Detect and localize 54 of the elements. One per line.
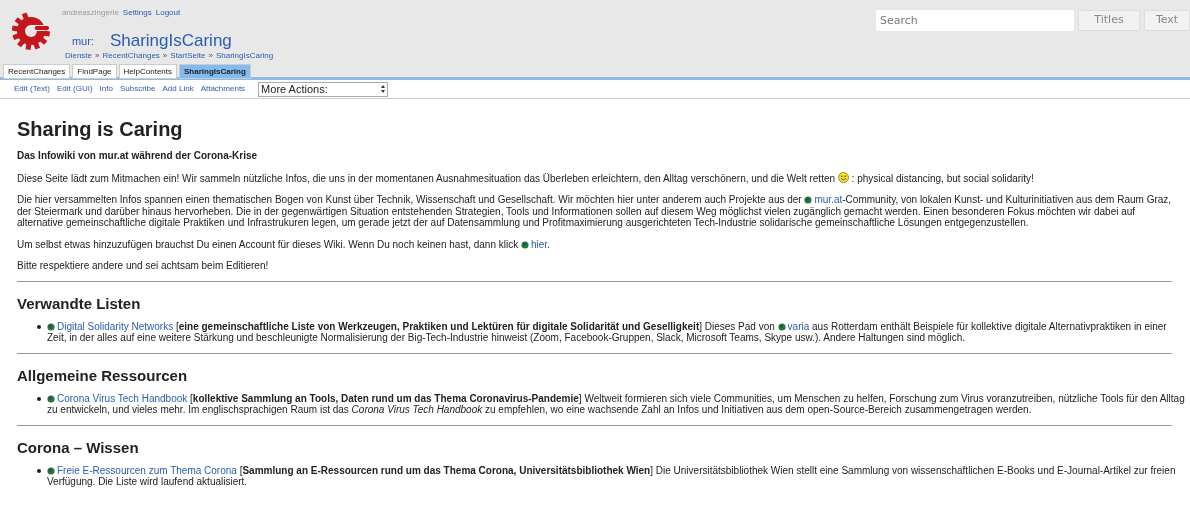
breadcrumb-link[interactable]: Dienste [64,51,93,61]
globe-icon [521,240,529,249]
section-heading: Verwandte Listen [17,294,142,313]
breadcrumb-link[interactable]: RecentChanges [102,51,160,61]
user-link[interactable]: Logout [155,8,181,18]
list-item: Freie E-Ressourcen zum Thema Corona [Sammlung an E-Ressourcen rund um das Thema Corona, Universitätsbibliothek Wien] Die Universitätsbibliothek Wien stellt eine Sammlung von wissenschaftlichen E-Books und E-Journal-Artikel zur freien Verfügung. Die Liste wird laufend aktualisiert. [47,464,1177,488]
username-text: andreaszingerle [61,8,119,18]
paragraph: Das Infowiki von mur.at während der Corona-Krise [17,150,259,162]
bullet-icon [37,468,41,473]
breadcrumb-separator: » [208,51,213,61]
globe-icon [47,466,55,475]
globe-icon [804,196,813,204]
bullet-icon [37,396,41,401]
text-link[interactable]: mur.at [814,194,843,205]
action-link[interactable]: Info [99,83,113,95]
globe-icon [47,322,55,331]
dropdown-arrow-icon [381,85,386,93]
paragraph: Um selbst etwas hinzuzufügen brauchst Du einen Account für dieses Wiki. Wenn Du noch keinen hast, dann klick hier. [17,238,551,250]
user-link[interactable]: Settings [122,8,152,18]
breadcrumb-link[interactable]: SharingIsCaring [215,51,274,61]
text-link[interactable]: Digital Solidarity Networks [57,320,174,332]
text-link[interactable]: Corona Virus Tech Handbook [57,392,188,404]
text-link[interactable]: hier [531,238,548,250]
paragraph: Bitte respektiere andere und sei achtsam beim Editieren! [17,260,270,272]
page-title[interactable]: SharingIsCaring [109,32,232,50]
nav-tab[interactable]: RecentChanges [2,64,71,79]
globe-icon [47,394,55,403]
action-link[interactable]: Edit (GUI) [57,83,93,95]
list-item: Corona Virus Tech Handbook [kollektive Sammlung an Tools, Daten rund um das Thema Coronavirus-Pandemie] Weltweit formieren sich viele Communities, um Menschen zu helfen, Forschung zum Virus voranzutreiben, nützliche Tools für den Alltag zu entwickeln, und vieles mehr. Im englischsprachigen Raum ist das Corona Virus Tech Handbook zu empfehlen, wo eine wachsende Zahl an Infos und Initiativen aus dem open-Source-Bereich zusammengetragen werden. [47,392,1186,416]
action-link[interactable]: Attachments [200,83,246,95]
globe-icon [777,322,786,331]
text-link[interactable]: Freie E-Ressourcen zum Thema Corona [57,464,237,476]
page-heading: Sharing is Caring [17,117,184,141]
smiley-icon [837,171,849,183]
search-field[interactable]: Search [876,10,1074,31]
paragraph: Diese Seite lädt zum Mitmachen ein! Wir sammeln nützliche Infos, die uns in der momentanen Ausnahmesituation das Überleben erleichtern, den Alltag verschönern, und die Welt retten : physical distancing, but social solidarity! [17,171,1035,184]
namespace-link[interactable]: mur: [71,32,94,50]
nav-tab[interactable]: SharingIsCaring [179,64,251,79]
breadcrumb-separator: » [95,51,100,61]
list-item: Digital Solidarity Networks [eine gemeinschaftliche Liste von Werkzeugen, Praktiken und Lektüren für digitale Solidarität und Geselligkeit] Dieses Pad von varia aus Rotterdam enthält Beispiele für kollektive digitale Alternativpraktiken in einer Zeit, in der alles auf eine weitere Stärkung und beschleunigte Normalisierung der Big-Tech-Industrie hinweist (Zoom, Facebook-Gruppen, Slack, Microsoft Teams, Skype usw.). Andere Haltungen sind möglich. [47,320,1168,344]
action-link[interactable]: Subscribe [119,83,156,95]
paragraph: Die hier versammelten Infos spannen einen thematischen Bogen von Kunst über Technik, Wissenschaft und Gesellschaft. Wir möchten hier unter anderem auch Projekte aus der mur.at-Community, von lokalen Kunst- und Kulturinitiativen aus dem Raum Graz, der Steiermark und darüber hinaus hervorheben. Die in der gegenwärtigen Situation entstehenden Strategien, Tools und Informationen sollen auf diesem Weg möglichst vielen zugänglich gemacht werden. Einen besonderen Fokus möchten wir dabei auf alternative gemeinschaftliche digitale Praktiken und Infrastrukuren legen, um gerade jetzt der auf Datensammlung und Profitmaximierung ausgerichteten Tech-Industrie solidarische gemeinschaftliche Lösungen entgegenzustellen. [17,194,1173,229]
more-actions-select[interactable]: More Actions: [258,81,389,97]
nav-tab[interactable]: FindPage [72,64,117,79]
section-heading: Allgemeine Ressourcen [17,366,189,385]
breadcrumb-link[interactable]: StartSeite [170,51,206,61]
nav-tab[interactable]: HelpContents [118,64,177,79]
breadcrumb-separator: » [162,51,168,61]
text-link[interactable]: varia [787,320,810,332]
action-link[interactable]: Add Link [162,83,194,95]
section-heading: Corona – Wissen [17,438,140,457]
action-link[interactable]: Edit (Text) [14,83,50,95]
bullet-icon [37,324,41,329]
logo-icon[interactable] [10,10,52,52]
